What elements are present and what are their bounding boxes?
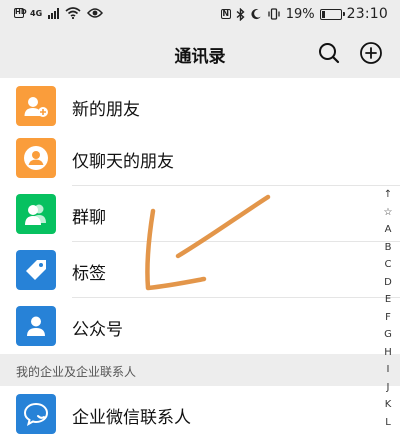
index-letter[interactable]: B (380, 239, 396, 257)
index-letter[interactable]: H (380, 344, 396, 362)
add-button[interactable] (358, 40, 384, 66)
eye-icon (87, 8, 104, 18)
header: 通讯录 (0, 30, 400, 78)
index-letter[interactable]: E (380, 291, 396, 309)
section-title: 我的企业及企业联系人 (16, 365, 137, 379)
new-friends-avatar (16, 86, 56, 126)
index-letter[interactable]: ☆ (380, 204, 396, 222)
network-type: 4G (30, 8, 43, 18)
enterprise-contacts-avatar (16, 394, 56, 434)
row-group-chats[interactable]: 群聊 (0, 186, 400, 242)
row-label: 新的朋友 (72, 100, 140, 120)
status-bar: HD 4G N 19% 23:10 (0, 0, 400, 30)
status-bar-right: N 19% 23:10 (220, 6, 388, 22)
row-enterprise-contacts[interactable]: 企业微信联系人 (0, 386, 400, 437)
wifi-icon (65, 7, 81, 19)
moon-icon (251, 9, 261, 20)
group-chat-icon (25, 204, 46, 225)
group-chats-avatar (16, 194, 56, 234)
search-button[interactable] (316, 40, 342, 66)
section-header: 我的企业及企业联系人 (0, 354, 400, 386)
plus-circle-icon (360, 42, 382, 64)
index-letter[interactable]: K (380, 396, 396, 414)
official-account-icon (27, 316, 45, 336)
row-chat-only-friends[interactable]: 仅聊天的朋友 (0, 130, 400, 186)
clock-time: 23:10 (346, 6, 388, 22)
battery-icon (319, 8, 345, 20)
battery-percent: 19% (285, 6, 315, 22)
index-letter[interactable]: F (380, 309, 396, 327)
alphabet-index-bar[interactable]: ↑ ☆ A B C D E F G H I J K L (380, 186, 396, 431)
bluetooth-icon (236, 7, 245, 21)
index-letter[interactable]: I (380, 361, 396, 379)
row-new-friends[interactable]: 新的朋友 (0, 78, 400, 134)
index-letter[interactable]: G (380, 326, 396, 344)
row-official-accounts[interactable]: 公众号 (0, 298, 400, 354)
enterprise-chat-icon (23, 402, 49, 426)
row-label: 公众号 (72, 320, 123, 340)
row-label: 仅聊天的朋友 (72, 152, 174, 172)
nfc-icon: N (220, 9, 231, 19)
row-label: 企业微信联系人 (72, 408, 191, 428)
status-bar-left: HD 4G (14, 7, 104, 19)
official-accounts-avatar (16, 306, 56, 346)
tag-icon (26, 260, 46, 280)
row-label: 标签 (72, 264, 106, 284)
index-letter[interactable]: A (380, 221, 396, 239)
chat-only-friend-icon (24, 146, 48, 170)
search-icon (319, 43, 340, 64)
vibrate-icon (268, 8, 280, 20)
row-tags[interactable]: 标签 (0, 242, 400, 298)
signal-icon (48, 7, 60, 19)
index-letter[interactable]: J (380, 379, 396, 397)
index-letter[interactable]: C (380, 256, 396, 274)
chat-only-friends-avatar (16, 138, 56, 178)
index-letter[interactable]: ↑ (380, 186, 396, 204)
add-friend-icon (24, 97, 48, 117)
index-letter[interactable]: L (380, 414, 396, 432)
hd-badge: HD (14, 8, 27, 18)
row-label: 群聊 (72, 208, 106, 228)
tags-avatar (16, 250, 56, 290)
index-letter[interactable]: D (380, 274, 396, 292)
